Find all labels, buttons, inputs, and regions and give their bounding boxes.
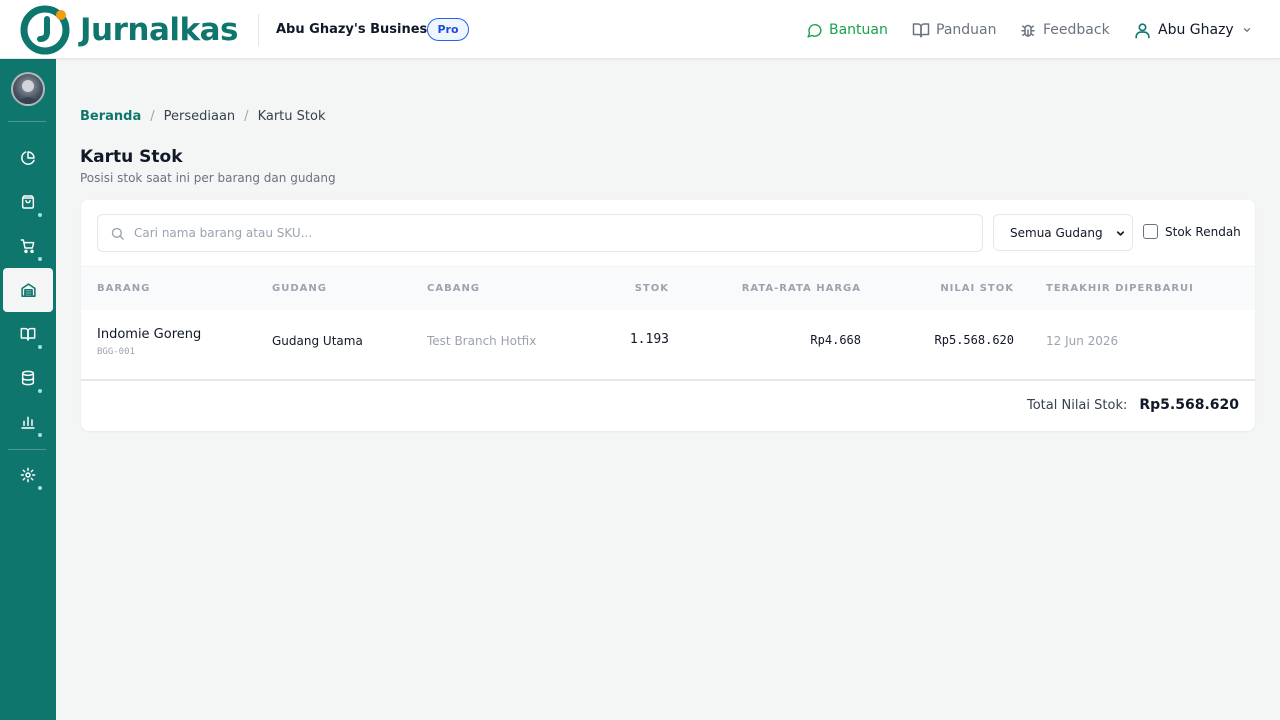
low-stock-label: Stok Rendah bbox=[1165, 224, 1241, 239]
guide-label: Panduan bbox=[936, 22, 997, 38]
sidebar-item-accounting[interactable] bbox=[3, 312, 53, 356]
total-stock-value: Total Nilai Stok: Rp5.568.620 bbox=[1027, 397, 1239, 413]
bug-icon bbox=[1021, 24, 1035, 37]
top-header: Jurnalkas Abu Ghazy's Business Pro Bantu… bbox=[0, 0, 1280, 59]
breadcrumb-home[interactable]: Beranda bbox=[80, 108, 141, 126]
sidebar-item-inventory[interactable] bbox=[3, 268, 53, 312]
stock-card-panel: Semua Gudang Stok Rendah BARANG GUDANG C… bbox=[81, 200, 1255, 431]
sidebar-item-purchases[interactable] bbox=[3, 224, 53, 268]
chat-bubble-icon bbox=[807, 23, 822, 38]
breadcrumb-current: Kartu Stok bbox=[257, 109, 326, 124]
row-item-name: Indomie Goreng bbox=[97, 327, 202, 342]
column-header-item: BARANG bbox=[97, 283, 151, 294]
breadcrumb-section[interactable]: Persediaan bbox=[164, 108, 236, 126]
row-stock-value: Rp5.568.620 bbox=[934, 333, 1014, 347]
database-icon bbox=[21, 370, 35, 386]
row-branch: Test Branch Hotfix bbox=[427, 334, 537, 348]
book-open-icon bbox=[912, 23, 930, 38]
user-icon bbox=[1135, 22, 1150, 38]
shopping-bag-icon bbox=[21, 195, 35, 209]
help-link[interactable]: Bantuan bbox=[806, 19, 888, 41]
avatar-image bbox=[17, 80, 39, 104]
avatar[interactable] bbox=[11, 72, 45, 106]
submenu-dot bbox=[38, 257, 42, 261]
search-icon bbox=[111, 227, 124, 240]
row-stock: 1.193 bbox=[629, 332, 669, 347]
column-header-last-updated: TERAKHIR DIPERBARUI bbox=[1046, 283, 1194, 294]
pie-chart-icon bbox=[21, 151, 35, 165]
sidebar-separator bbox=[8, 449, 46, 450]
row-item-sku: BGG-001 bbox=[97, 347, 135, 357]
submenu-dot bbox=[38, 389, 42, 393]
column-header-stock: STOK bbox=[634, 283, 669, 294]
warehouse-select[interactable]: Semua Gudang bbox=[993, 214, 1133, 251]
business-name: Abu Ghazy's Business bbox=[276, 22, 436, 37]
page-subtitle: Posisi stok saat ini per barang dan guda… bbox=[80, 171, 336, 185]
column-header-warehouse: GUDANG bbox=[272, 283, 327, 294]
book-icon bbox=[20, 327, 36, 341]
submenu-dot bbox=[38, 486, 42, 490]
low-stock-checkbox[interactable] bbox=[1143, 224, 1158, 239]
column-header-branch: CABANG bbox=[427, 283, 481, 294]
breadcrumb-separator: / bbox=[244, 109, 249, 124]
row-last-updated: 12 Jun 2026 bbox=[1046, 334, 1119, 348]
warehouse-select-value: Semua Gudang bbox=[1010, 225, 1103, 240]
total-value: Rp5.568.620 bbox=[1139, 397, 1239, 413]
user-menu[interactable]: Abu Ghazy bbox=[1133, 19, 1252, 41]
chevron-down-icon bbox=[1116, 231, 1125, 236]
sidebar-item-settings[interactable] bbox=[3, 453, 53, 497]
page-title: Kartu Stok bbox=[80, 147, 183, 167]
feedback-label: Feedback bbox=[1043, 22, 1110, 38]
submenu-dot bbox=[38, 345, 42, 349]
table-header: BARANG GUDANG CABANG STOK RATA-RATA HARG… bbox=[81, 266, 1255, 310]
search-input[interactable] bbox=[134, 215, 974, 251]
submenu-dot bbox=[38, 213, 42, 217]
sidebar-item-master-data[interactable] bbox=[3, 356, 53, 400]
settings-icon bbox=[20, 467, 36, 483]
header-divider bbox=[258, 14, 259, 46]
breadcrumb-separator: / bbox=[150, 109, 155, 124]
sidebar-separator bbox=[8, 121, 46, 122]
guide-link[interactable]: Panduan bbox=[912, 19, 996, 41]
sidebar-item-sales[interactable] bbox=[3, 180, 53, 224]
plan-badge: Pro bbox=[427, 18, 469, 41]
submenu-dot bbox=[38, 433, 42, 437]
breadcrumb: Beranda / Persediaan / Kartu Stok bbox=[80, 108, 325, 126]
low-stock-filter[interactable]: Stok Rendah bbox=[1143, 224, 1241, 239]
cart-icon bbox=[20, 239, 35, 254]
column-header-avg-price: RATA-RATA HARGA bbox=[741, 283, 861, 294]
total-label: Total Nilai Stok: bbox=[1026, 398, 1128, 413]
chevron-down-icon bbox=[1243, 28, 1250, 32]
column-header-stock-value: NILAI STOK bbox=[940, 283, 1014, 294]
row-warehouse: Gudang Utama bbox=[272, 334, 363, 348]
row-avg-price: Rp4.668 bbox=[810, 333, 861, 347]
feedback-link[interactable]: Feedback bbox=[1019, 19, 1110, 41]
table-row[interactable]: Indomie Goreng BGG-001 Gudang Utama Test… bbox=[81, 310, 1255, 381]
sidebar bbox=[0, 59, 56, 720]
help-label: Bantuan bbox=[829, 22, 888, 38]
sidebar-item-dashboard[interactable] bbox=[3, 136, 53, 180]
inventory-icon bbox=[20, 282, 36, 297]
brand-name[interactable]: Jurnalkas bbox=[80, 10, 239, 50]
search-box bbox=[97, 214, 983, 252]
bar-chart-icon bbox=[21, 416, 35, 429]
user-name: Abu Ghazy bbox=[1158, 22, 1234, 38]
sidebar-item-reports[interactable] bbox=[3, 400, 53, 444]
jurnalkas-logo-icon[interactable] bbox=[20, 5, 72, 55]
